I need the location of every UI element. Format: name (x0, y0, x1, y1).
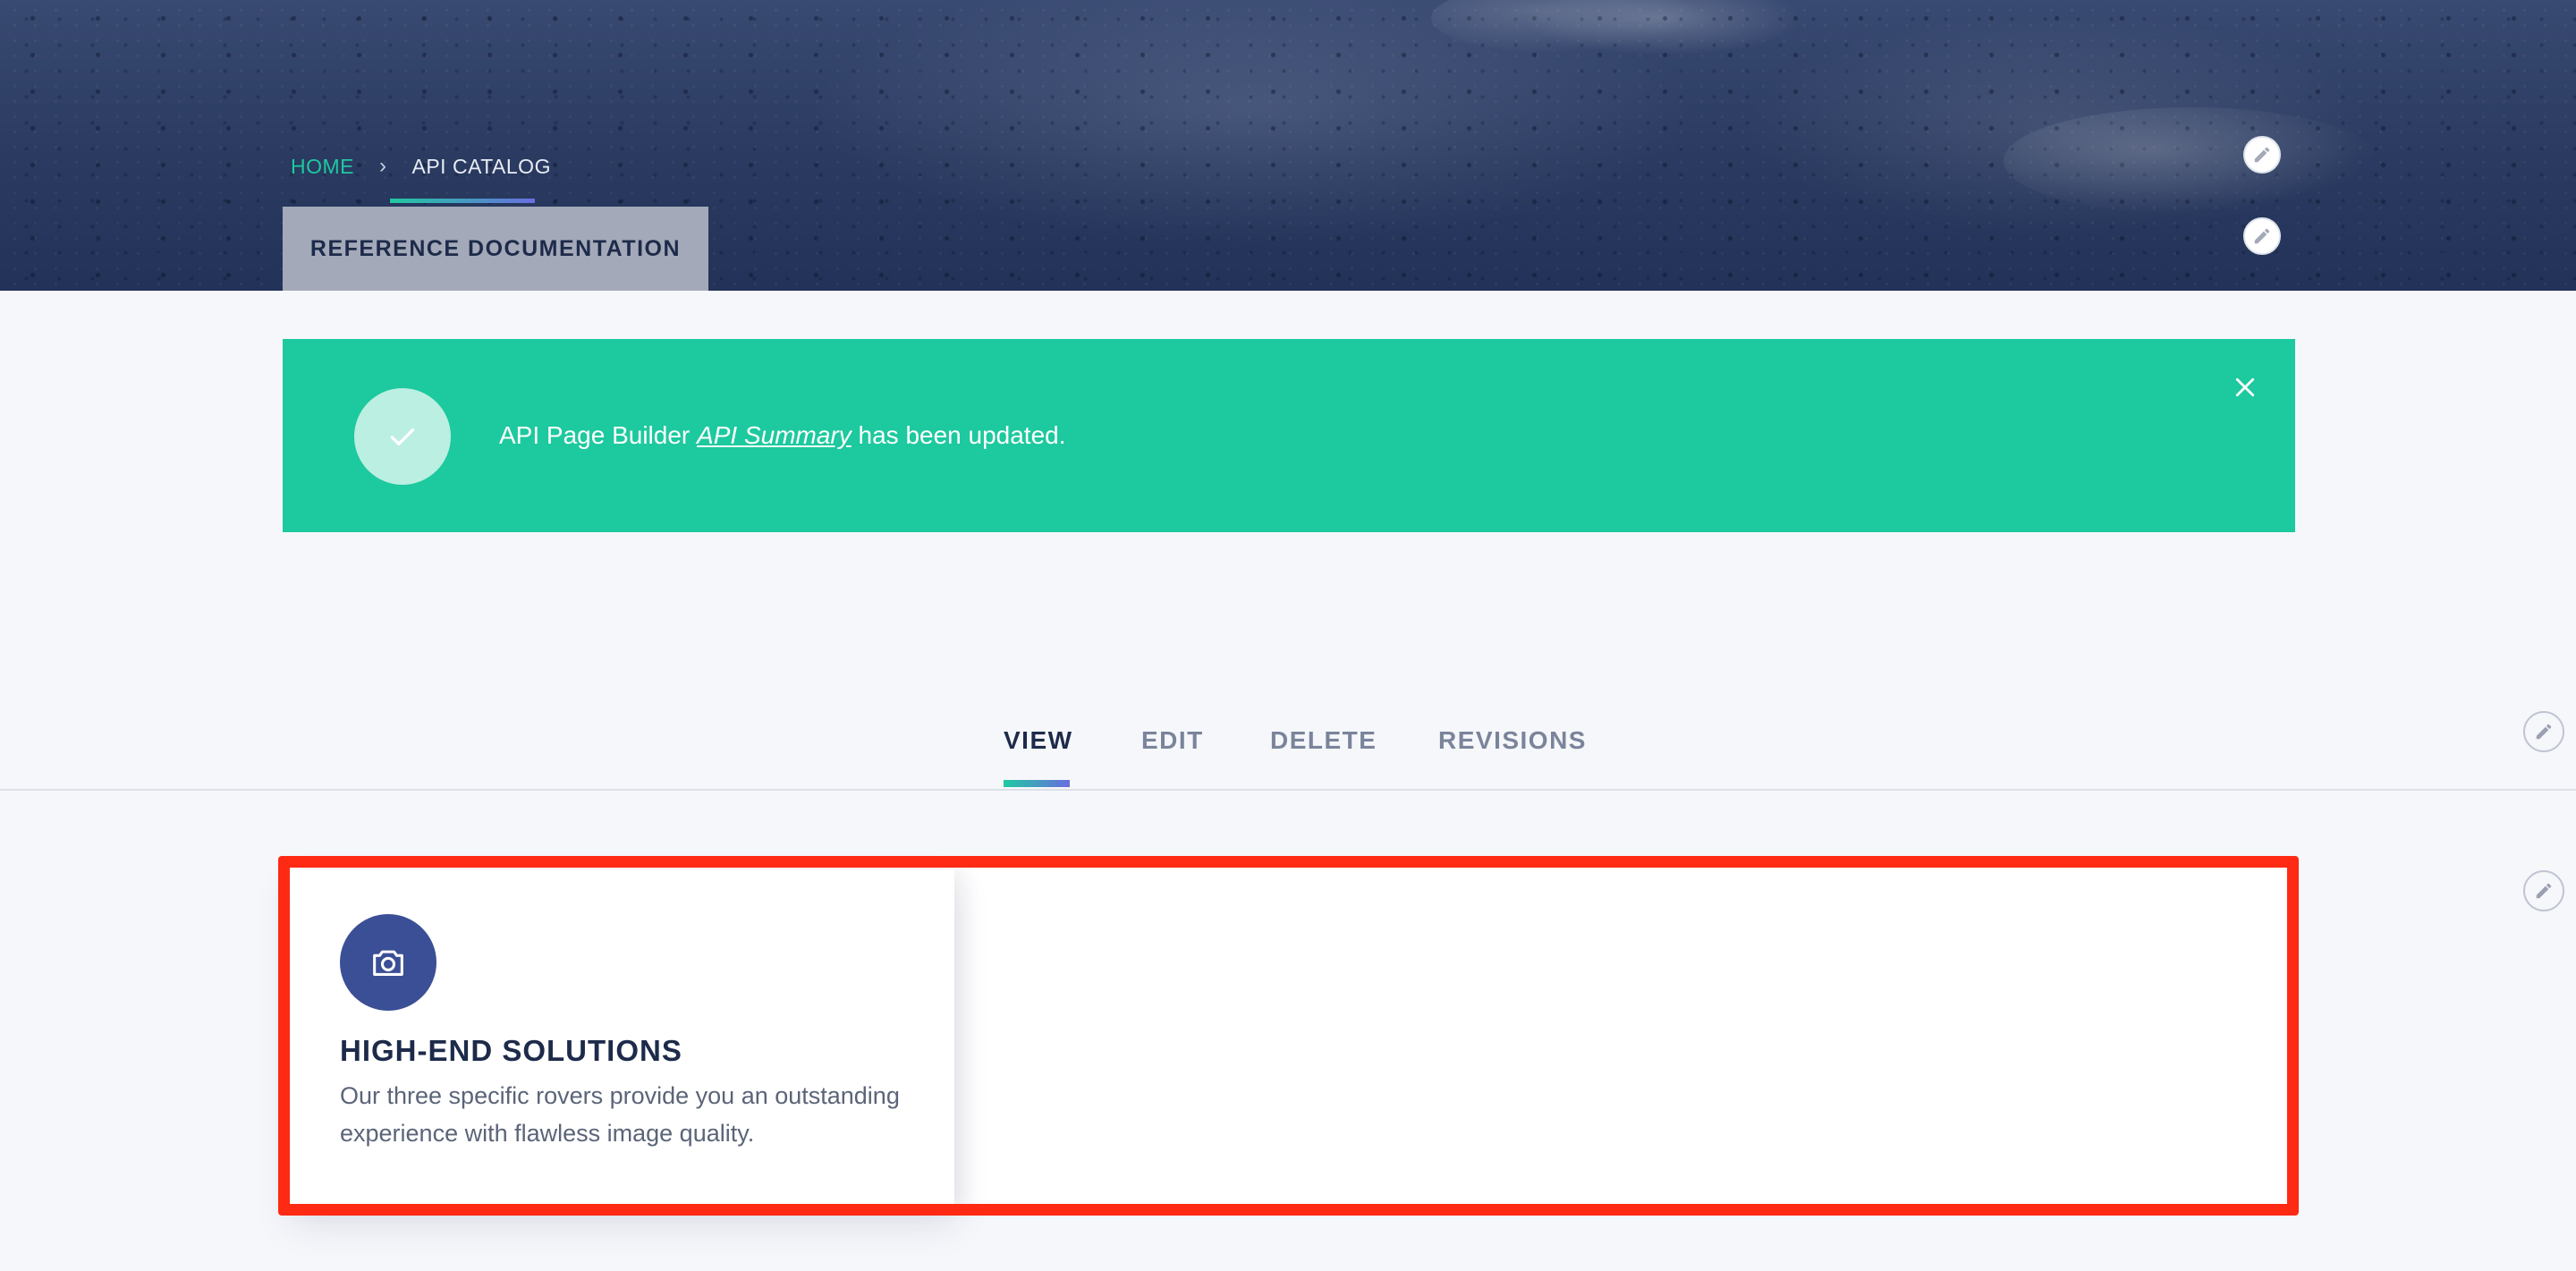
tab-view[interactable]: VIEW (1004, 726, 1073, 755)
tab-active-underline (1004, 780, 1070, 787)
tab-delete[interactable]: DELETE (1270, 726, 1377, 755)
pencil-icon[interactable] (2523, 711, 2564, 752)
reference-documentation-label: REFERENCE DOCUMENTATION (309, 235, 682, 261)
alert-message: API Page Builder API Summary has been up… (499, 421, 1066, 450)
reference-documentation-tab[interactable]: REFERENCE DOCUMENTATION (283, 207, 708, 291)
api-summary-link[interactable]: API Summary (697, 421, 852, 449)
success-alert: API Page Builder API Summary has been up… (283, 339, 2295, 532)
highlight-frame (278, 856, 2299, 1216)
pencil-icon[interactable] (2523, 870, 2564, 911)
page-tabs: VIEW EDIT DELETE REVISIONS (0, 716, 2576, 791)
alert-message-suffix: has been updated. (851, 421, 1066, 449)
hero-banner: HOME › API CATALOG REFERENCE DOCUMENTATI… (0, 0, 2576, 291)
hero-highlight (2004, 107, 2379, 215)
close-icon[interactable] (2227, 369, 2263, 405)
pencil-icon[interactable] (2243, 136, 2281, 174)
chevron-right-icon: › (379, 154, 387, 178)
pencil-icon[interactable] (2243, 217, 2281, 255)
check-icon (354, 388, 451, 485)
alert-message-prefix: API Page Builder (499, 421, 698, 449)
tab-revisions[interactable]: REVISIONS (1438, 726, 1587, 755)
breadcrumb: HOME › API CATALOG (291, 154, 551, 179)
breadcrumb-home-link[interactable]: HOME (291, 155, 354, 179)
tab-edit[interactable]: EDIT (1141, 726, 1204, 755)
breadcrumb-active-underline (390, 199, 535, 203)
breadcrumb-current: API CATALOG (411, 154, 551, 178)
